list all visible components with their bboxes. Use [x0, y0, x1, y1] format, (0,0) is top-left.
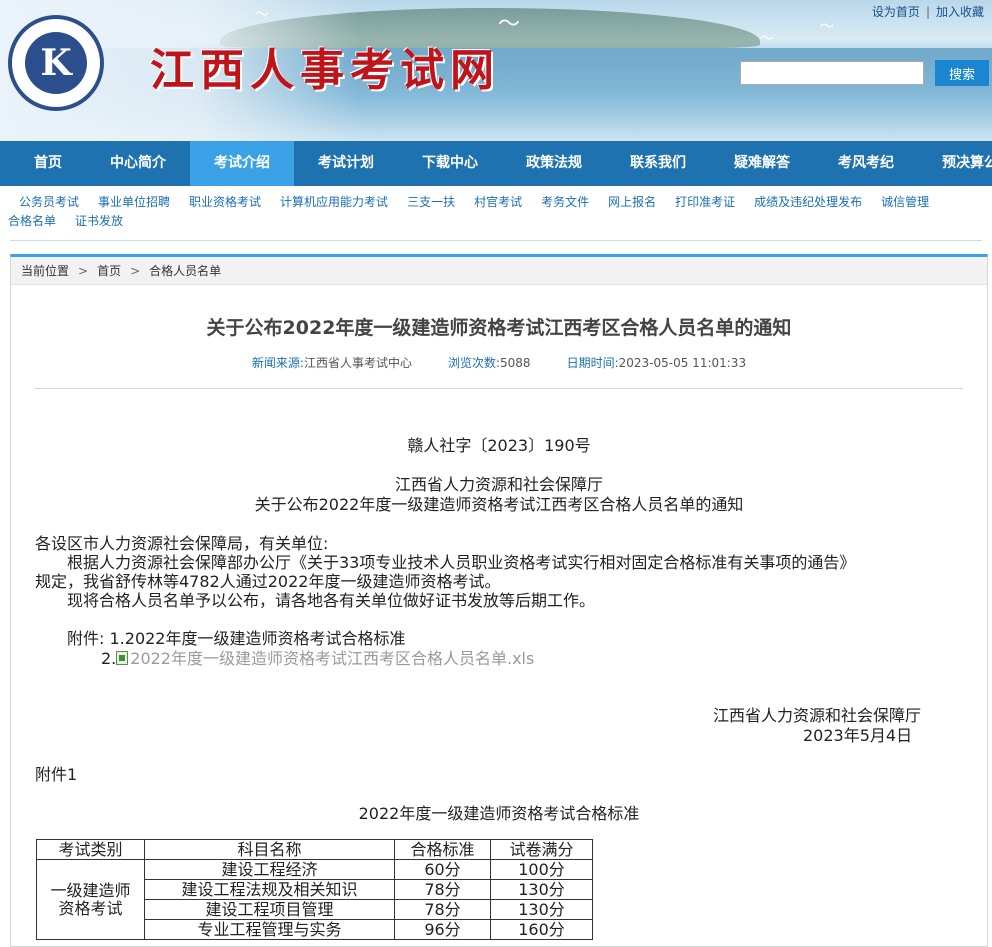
excel-file-icon [116, 651, 129, 665]
views-label: 浏览次数: [447, 356, 501, 370]
article-meta: 新闻来源:江西省人事考试中心 浏览次数:5088 日期时间:2023-05-05 1… [11, 354, 987, 371]
site-title: 江西人事考试网 [150, 45, 500, 96]
link-separator: | [925, 5, 930, 19]
table-row: 一级建造师 资格考试 建设工程经济 60分 100分 [36, 859, 593, 940]
date-label: 日期时间: [566, 356, 619, 370]
article-title: 关于公布2022年度一级建造师资格考试江西考区合格人员名单的通知 [206, 317, 792, 339]
bird-icon: 〜 [255, 7, 269, 23]
date-value: 2023-05-05 11:01:33 [618, 356, 747, 370]
sub-nav-item[interactable]: 村官考试 [474, 195, 522, 209]
table-header: 考试类别 [36, 839, 145, 860]
article-divider [35, 388, 963, 389]
table-cell-pass: 78分 [394, 899, 491, 920]
breadcrumb-home[interactable]: 首页 [97, 264, 121, 278]
table-cell-subject: 专业工程管理与实务 [144, 919, 395, 940]
logo-emblem-icon: K [25, 32, 87, 94]
nav-item-contact[interactable]: 联系我们 [606, 141, 710, 186]
table-cell-full: 130分 [490, 899, 593, 920]
table-cell-full: 130分 [490, 879, 593, 900]
site-logo[interactable]: K [8, 15, 104, 111]
main-nav: 首页 中心简介 考试介绍 考试计划 下载中心 政策法规 联系我们 疑难解答 考风… [0, 141, 992, 186]
bird-icon: 〜 [760, 31, 774, 47]
add-favorite-link[interactable]: 加入收藏 [936, 5, 984, 19]
table-header: 合格标准 [394, 839, 491, 860]
sub-nav-item[interactable]: 证书发放 [75, 214, 123, 228]
nav-item-budget[interactable]: 预决算公开 [918, 141, 992, 186]
table-category-cell: 一级建造师 资格考试 [36, 859, 145, 940]
top-links: 设为首页 | 加入收藏 [872, 3, 984, 20]
attachment-label: 附件: [67, 629, 105, 648]
search-button[interactable]: 搜索 [935, 60, 989, 86]
nav-item-downloads[interactable]: 下载中心 [398, 141, 502, 186]
paragraph-2: 现将合格人员名单予以公布，请各地各有关单位做好证书发放等后期工作。 [67, 591, 596, 610]
sub-nav-item[interactable]: 打印准考证 [675, 195, 735, 209]
source-label: 新闻来源: [251, 356, 304, 370]
table-cell-full: 160分 [490, 919, 593, 940]
nav-item-home[interactable]: 首页 [10, 141, 86, 186]
breadcrumb-arrow-icon: > [78, 264, 89, 278]
sub-nav-item[interactable]: 事业单位招聘 [98, 195, 170, 209]
category-line-1: 一级建造师 [50, 880, 131, 900]
table-cell-pass: 78分 [394, 879, 491, 900]
sub-nav-item[interactable]: 成绩及违纪处理发布 [754, 195, 862, 209]
table-cell-full: 100分 [490, 859, 593, 880]
nav-item-discipline[interactable]: 考风考纪 [814, 141, 918, 186]
signature-date: 2023年5月4日 [803, 726, 913, 745]
nav-item-exam-plan[interactable]: 考试计划 [294, 141, 398, 186]
sub-nav-item[interactable]: 职业资格考试 [189, 195, 261, 209]
article-container: 当前位置 > 首页 > 合格人员名单 关于公布2022年度一级建造师资格考试江西考区合格… [10, 254, 988, 947]
set-homepage-link[interactable]: 设为首页 [872, 5, 920, 19]
attachment-2: 2. 2022年度一级建造师资格考试江西考区合格人员名单.xls [101, 645, 534, 669]
table-header: 试卷满分 [490, 839, 593, 860]
appendix-label: 附件1 [35, 765, 78, 784]
table-cell-pass: 60分 [394, 859, 491, 880]
table-cell-subject: 建设工程项目管理 [144, 899, 395, 920]
bird-icon: 〜 [820, 19, 834, 35]
doc-title: 关于公布2022年度一级建造师资格考试江西考区合格人员名单的通知 [254, 495, 744, 514]
table-header-row: 考试类别 科目名称 合格标准 试卷满分 [36, 839, 593, 860]
sub-nav: 公务员考试 事业单位招聘 职业资格考试 计算机应用能力考试 三支一扶 村官考试 考务文件 网上… [8, 193, 984, 231]
nav-item-exam-intro[interactable]: 考试介绍 [190, 141, 294, 186]
attachment-2-number: 2. [101, 649, 117, 668]
search-input[interactable] [740, 61, 924, 85]
table-cell-subject: 建设工程法规及相关知识 [144, 879, 395, 900]
sub-nav-item[interactable]: 公务员考试 [19, 195, 79, 209]
nav-item-policies[interactable]: 政策法规 [502, 141, 606, 186]
sub-nav-item[interactable]: 网上报名 [608, 195, 656, 209]
sub-nav-item[interactable]: 三支一扶 [407, 195, 455, 209]
attachment-2-link[interactable]: 2022年度一级建造师资格考试江西考区合格人员名单.xls [130, 649, 534, 668]
table-cell-subject: 建设工程经济 [144, 859, 395, 880]
nav-item-about[interactable]: 中心简介 [86, 141, 190, 186]
sub-nav-item[interactable]: 诚信管理 [881, 195, 929, 209]
sub-nav-item[interactable]: 计算机应用能力考试 [280, 195, 388, 209]
table-header: 科目名称 [144, 839, 395, 860]
subnav-divider [10, 240, 982, 241]
breadcrumb-arrow-icon: > [130, 264, 141, 278]
breadcrumb-current[interactable]: 合格人员名单 [149, 264, 221, 278]
nav-item-faq[interactable]: 疑难解答 [710, 141, 814, 186]
source-value: 江西省人事考试中心 [303, 356, 412, 370]
table-cell-pass: 96分 [394, 919, 491, 940]
breadcrumb-prefix: 当前位置 [21, 264, 70, 278]
bird-icon: 〜 [498, 12, 521, 37]
breadcrumb: 当前位置 > 首页 > 合格人员名单 [11, 257, 987, 285]
doc-number: 赣人社字〔2023〕190号 [407, 436, 591, 455]
category-line-2: 资格考试 [58, 898, 123, 918]
sub-nav-item[interactable]: 考务文件 [541, 195, 589, 209]
standards-table: 考试类别 科目名称 合格标准 试卷满分 一级建造师 资格考试 建设工程经济 60分… [36, 839, 593, 940]
table-title: 2022年度一级建造师资格考试合格标准 [358, 804, 640, 823]
sub-nav-item[interactable]: 合格名单 [8, 214, 56, 228]
views-value: 5088 [500, 356, 531, 370]
